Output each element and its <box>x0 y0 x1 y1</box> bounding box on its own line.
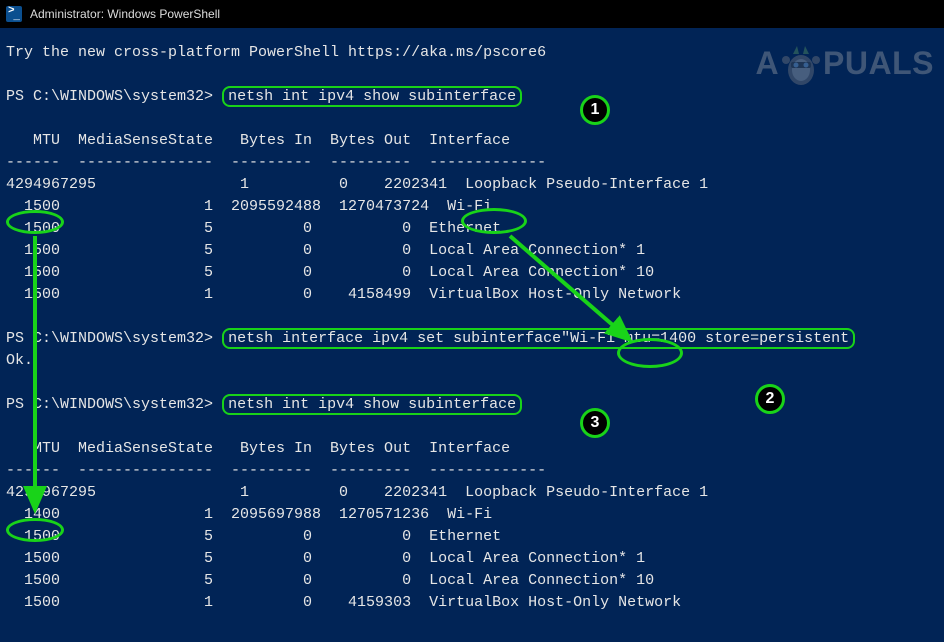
terminal-output[interactable]: Try the new cross-platform PowerShell ht… <box>0 28 944 620</box>
table-row: 1500 5 0 0 Local Area Connection* 1 <box>6 242 645 259</box>
mascot-icon <box>781 40 821 86</box>
table-divider: ------ --------------- --------- -------… <box>6 462 546 479</box>
prompt: PS C:\WINDOWS\system32> <box>6 88 213 105</box>
table-header: MTU MediaSenseState Bytes In Bytes Out I… <box>6 440 510 457</box>
table-divider: ------ --------------- --------- -------… <box>6 154 546 171</box>
prompt: PS C:\WINDOWS\system32> <box>6 396 213 413</box>
table-row: 4294967295 1 0 2202341 Loopback Pseudo-I… <box>6 484 708 501</box>
table-row: 1500 5 0 0 Ethernet <box>6 528 501 545</box>
prompt: PS C:\WINDOWS\system32> <box>6 330 213 347</box>
ellipse-mtu-1400 <box>6 518 64 542</box>
table-header: MTU MediaSenseState Bytes In Bytes Out I… <box>6 132 510 149</box>
table-row: 1500 5 0 0 Local Area Connection* 10 <box>6 572 654 589</box>
watermark-logo: A PUALS <box>755 40 934 86</box>
powershell-icon <box>6 6 22 22</box>
badge-2: 2 <box>755 384 785 414</box>
watermark-text-post: PUALS <box>823 45 934 82</box>
table-row: 1400 1 2095697988 1270571236 Wi-Fi <box>6 506 492 523</box>
window-title: Administrator: Windows PowerShell <box>30 7 220 21</box>
table-row: 1500 1 0 4159303 VirtualBox Host-Only Ne… <box>6 594 681 611</box>
badge-3: 3 <box>580 408 610 438</box>
table-row: 1500 5 0 0 Local Area Connection* 10 <box>6 264 654 281</box>
table-row: 4294967295 1 0 2202341 Loopback Pseudo-I… <box>6 176 708 193</box>
command-2-highlight: netsh interface ipv4 set subinterface"Wi… <box>222 328 855 349</box>
ellipse-wifi-cmd <box>617 338 683 368</box>
watermark-text-pre: A <box>755 45 779 82</box>
table-row: 1500 1 2095592488 1270473724 Wi-Fi <box>6 198 492 215</box>
command-3-highlight: netsh int ipv4 show subinterface <box>222 394 522 415</box>
badge-1: 1 <box>580 95 610 125</box>
ellipse-mtu-1500 <box>6 210 64 234</box>
titlebar[interactable]: Administrator: Windows PowerShell <box>0 0 944 28</box>
ellipse-wifi-name <box>461 208 527 234</box>
banner-text: Try the new cross-platform PowerShell ht… <box>6 44 546 61</box>
ok-text: Ok. <box>6 352 33 369</box>
table-row: 1500 5 0 0 Ethernet <box>6 220 501 237</box>
command-1-highlight: netsh int ipv4 show subinterface <box>222 86 522 107</box>
table-row: 1500 5 0 0 Local Area Connection* 1 <box>6 550 645 567</box>
table-row: 1500 1 0 4158499 VirtualBox Host-Only Ne… <box>6 286 681 303</box>
